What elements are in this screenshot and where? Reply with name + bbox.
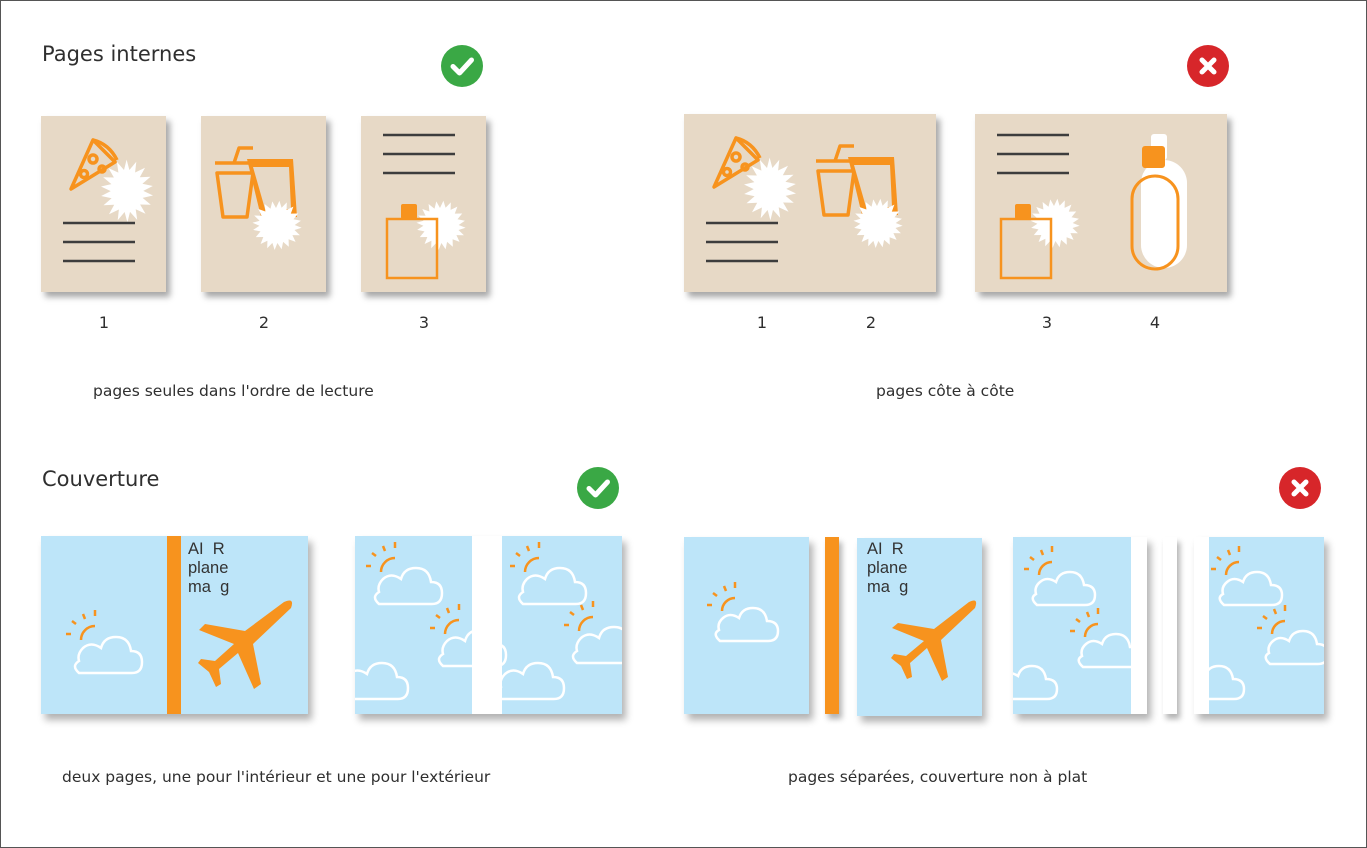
cover-inner-spine-separate [1163,537,1177,714]
cover-front-page: AI R plane ma g [857,538,982,716]
single-page-1 [41,116,166,292]
starburst-shape [101,159,153,223]
drinks-icon [816,144,856,217]
airplane-icon [891,600,977,681]
starburst-shape [416,200,466,250]
cover-back-page [684,537,809,714]
cover-spine [167,536,181,714]
page-number: 4 [1149,313,1161,332]
cloud-icon [714,606,780,643]
cover-outside-spread: AI R plane ma g [41,536,308,714]
text-lines [706,221,778,263]
spread-pages-1-2 [684,114,936,292]
clouds-pattern [1013,570,1143,701]
perfume-bottle-icon [1130,134,1187,271]
page-number: 1 [98,313,110,332]
spread-pages-3-4 [975,114,1227,292]
cloud-icon [73,635,144,675]
cover-inside-right-page [1194,537,1324,714]
single-page-2 [201,116,326,292]
caption-two-pages: deux pages, une pour l'intérieur et une … [62,768,491,786]
sun-icon [707,582,737,612]
caption-separated-pages: pages séparées, couverture non à plat [788,768,1088,786]
single-page-3 [361,116,486,292]
drinks-icon [215,146,255,219]
section-title-inner-pages: Pages internes [42,42,197,66]
cover-title: AI R plane ma g [188,540,230,596]
starburst-shape [1030,198,1080,248]
starburst-shape [744,157,796,221]
page-margin [1194,537,1209,714]
text-lines [383,133,455,175]
cross-icon [1187,45,1229,87]
page-margin [1131,537,1147,714]
text-lines [63,221,135,263]
page-number: 2 [865,313,877,332]
page-number: 3 [418,313,430,332]
check-icon [577,467,619,509]
cover-title: AI R plane ma g [867,540,909,596]
caption-single-pages: pages seules dans l'ordre de lecture [93,382,374,400]
cover-inner-spine [472,536,502,714]
cover-spine-separate [825,537,839,714]
caption-side-by-side: pages côte à côte [876,382,1015,400]
page-number: 3 [1041,313,1053,332]
page-number: 2 [258,313,270,332]
cover-inside-left-page [1013,537,1147,714]
clouds-pattern [1194,570,1324,701]
airplane-icon [198,600,293,689]
text-lines [997,133,1069,175]
page-number: 1 [756,313,768,332]
sun-icon [66,610,97,641]
cover-inside-spread [355,536,622,714]
section-title-cover: Couverture [42,467,160,491]
check-icon [441,45,483,87]
cross-icon [1279,467,1321,509]
